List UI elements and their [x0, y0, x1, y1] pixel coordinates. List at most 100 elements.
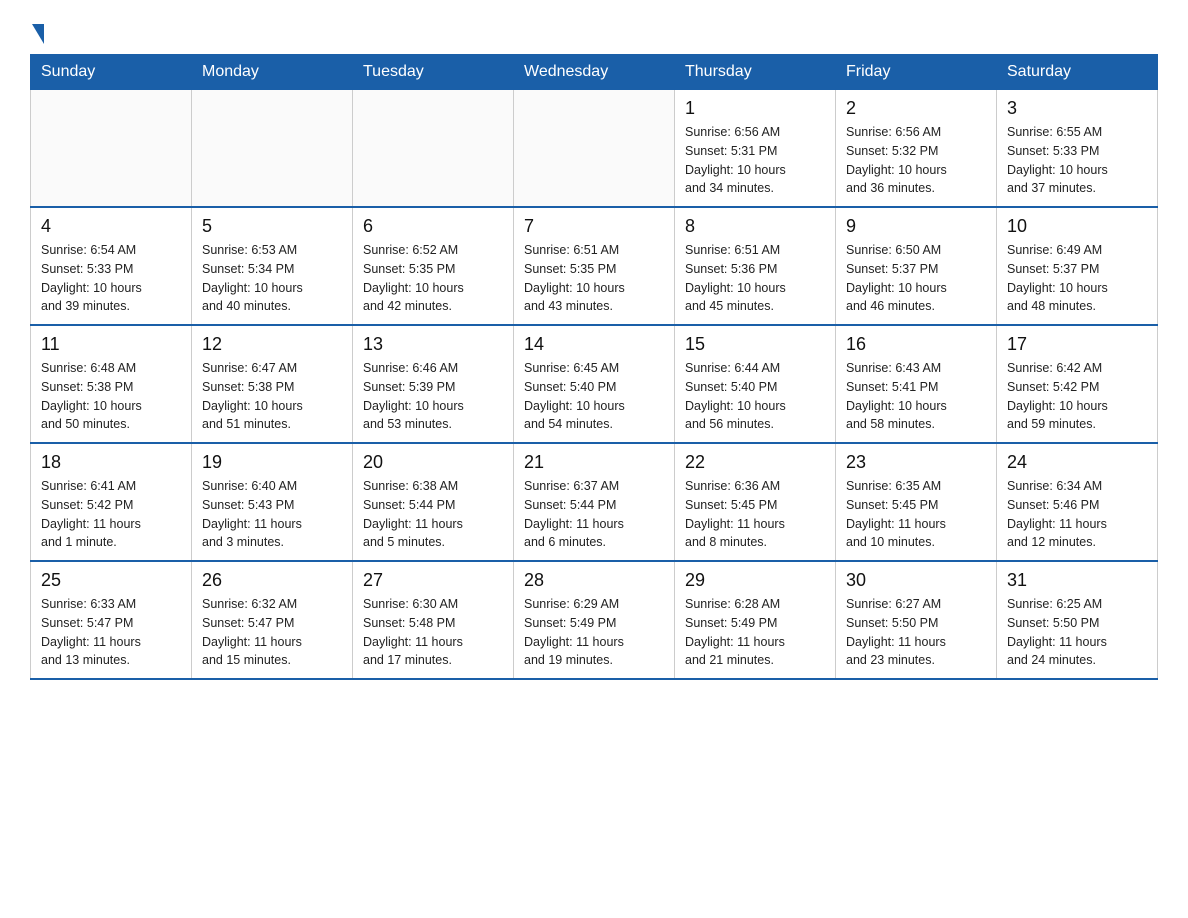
day-info: Sunrise: 6:51 AM Sunset: 5:36 PM Dayligh…: [685, 241, 825, 316]
weekday-header-tuesday: Tuesday: [353, 55, 514, 90]
calendar-week-row: 1Sunrise: 6:56 AM Sunset: 5:31 PM Daylig…: [31, 90, 1158, 208]
calendar-cell: 4 Sunrise: 6:54 AM Sunset: 5:33 PM Daylig…: [31, 207, 192, 325]
calendar-cell: 25 Sunrise: 6:33 AM Sunset: 5:47 PM Dayli…: [31, 561, 192, 679]
calendar-cell: 22Sunrise: 6:36 AM Sunset: 5:45 PM Dayli…: [675, 443, 836, 561]
calendar-cell: 8 Sunrise: 6:51 AM Sunset: 5:36 PM Daylig…: [675, 207, 836, 325]
day-info: Sunrise: 6:28 AM Sunset: 5:49 PM Dayligh…: [685, 595, 825, 670]
day-info: Sunrise: 6:34 AM Sunset: 5:46 PM Dayligh…: [1007, 477, 1147, 552]
logo-triangle-icon: [32, 24, 44, 44]
calendar-cell: 6Sunrise: 6:52 AM Sunset: 5:35 PM Daylig…: [353, 207, 514, 325]
day-info: Sunrise: 6:35 AM Sunset: 5:45 PM Dayligh…: [846, 477, 986, 552]
weekday-header-sunday: Sunday: [31, 55, 192, 90]
calendar-cell: 30 Sunrise: 6:27 AM Sunset: 5:50 PM Dayli…: [836, 561, 997, 679]
calendar-cell: 31 Sunrise: 6:25 AM Sunset: 5:50 PM Dayli…: [997, 561, 1158, 679]
calendar-cell: 14 Sunrise: 6:45 AM Sunset: 5:40 PM Dayli…: [514, 325, 675, 443]
day-number: 8: [685, 216, 825, 237]
day-info: Sunrise: 6:49 AM Sunset: 5:37 PM Dayligh…: [1007, 241, 1147, 316]
day-number: 31: [1007, 570, 1147, 591]
day-info: Sunrise: 6:48 AM Sunset: 5:38 PM Dayligh…: [41, 359, 181, 434]
calendar-cell: 20 Sunrise: 6:38 AM Sunset: 5:44 PM Dayli…: [353, 443, 514, 561]
calendar-cell: 1Sunrise: 6:56 AM Sunset: 5:31 PM Daylig…: [675, 90, 836, 208]
calendar-cell: [192, 90, 353, 208]
calendar-cell: 28Sunrise: 6:29 AM Sunset: 5:49 PM Dayli…: [514, 561, 675, 679]
day-number: 15: [685, 334, 825, 355]
day-info: Sunrise: 6:50 AM Sunset: 5:37 PM Dayligh…: [846, 241, 986, 316]
day-info: Sunrise: 6:47 AM Sunset: 5:38 PM Dayligh…: [202, 359, 342, 434]
calendar-cell: [31, 90, 192, 208]
day-info: Sunrise: 6:25 AM Sunset: 5:50 PM Dayligh…: [1007, 595, 1147, 670]
day-info: Sunrise: 6:42 AM Sunset: 5:42 PM Dayligh…: [1007, 359, 1147, 434]
day-number: 3: [1007, 98, 1147, 119]
day-info: Sunrise: 6:41 AM Sunset: 5:42 PM Dayligh…: [41, 477, 181, 552]
weekday-header-wednesday: Wednesday: [514, 55, 675, 90]
day-number: 7: [524, 216, 664, 237]
calendar-cell: 5Sunrise: 6:53 AM Sunset: 5:34 PM Daylig…: [192, 207, 353, 325]
day-number: 11: [41, 334, 181, 355]
day-number: 23: [846, 452, 986, 473]
calendar-cell: 12 Sunrise: 6:47 AM Sunset: 5:38 PM Dayli…: [192, 325, 353, 443]
day-info: Sunrise: 6:27 AM Sunset: 5:50 PM Dayligh…: [846, 595, 986, 670]
logo: [30, 20, 44, 44]
day-number: 29: [685, 570, 825, 591]
day-number: 26: [202, 570, 342, 591]
day-number: 13: [363, 334, 503, 355]
calendar-cell: 24 Sunrise: 6:34 AM Sunset: 5:46 PM Dayli…: [997, 443, 1158, 561]
day-info: Sunrise: 6:30 AM Sunset: 5:48 PM Dayligh…: [363, 595, 503, 670]
calendar-cell: 17 Sunrise: 6:42 AM Sunset: 5:42 PM Dayli…: [997, 325, 1158, 443]
day-number: 4: [41, 216, 181, 237]
day-number: 18: [41, 452, 181, 473]
calendar-cell: 15 Sunrise: 6:44 AM Sunset: 5:40 PM Dayli…: [675, 325, 836, 443]
calendar-cell: 19Sunrise: 6:40 AM Sunset: 5:43 PM Dayli…: [192, 443, 353, 561]
day-info: Sunrise: 6:43 AM Sunset: 5:41 PM Dayligh…: [846, 359, 986, 434]
day-number: 30: [846, 570, 986, 591]
calendar-cell: 27 Sunrise: 6:30 AM Sunset: 5:48 PM Dayli…: [353, 561, 514, 679]
calendar-cell: 29 Sunrise: 6:28 AM Sunset: 5:49 PM Dayli…: [675, 561, 836, 679]
day-info: Sunrise: 6:38 AM Sunset: 5:44 PM Dayligh…: [363, 477, 503, 552]
calendar-cell: 7 Sunrise: 6:51 AM Sunset: 5:35 PM Daylig…: [514, 207, 675, 325]
calendar-week-row: 25 Sunrise: 6:33 AM Sunset: 5:47 PM Dayli…: [31, 561, 1158, 679]
day-number: 24: [1007, 452, 1147, 473]
calendar-week-row: 11 Sunrise: 6:48 AM Sunset: 5:38 PM Dayli…: [31, 325, 1158, 443]
calendar-cell: 2 Sunrise: 6:56 AM Sunset: 5:32 PM Daylig…: [836, 90, 997, 208]
day-info: Sunrise: 6:56 AM Sunset: 5:32 PM Dayligh…: [846, 123, 986, 198]
day-info: Sunrise: 6:45 AM Sunset: 5:40 PM Dayligh…: [524, 359, 664, 434]
day-info: Sunrise: 6:51 AM Sunset: 5:35 PM Dayligh…: [524, 241, 664, 316]
day-info: Sunrise: 6:29 AM Sunset: 5:49 PM Dayligh…: [524, 595, 664, 670]
calendar-cell: 21Sunrise: 6:37 AM Sunset: 5:44 PM Dayli…: [514, 443, 675, 561]
day-number: 9: [846, 216, 986, 237]
calendar-cell: 9 Sunrise: 6:50 AM Sunset: 5:37 PM Daylig…: [836, 207, 997, 325]
day-number: 17: [1007, 334, 1147, 355]
day-info: Sunrise: 6:53 AM Sunset: 5:34 PM Dayligh…: [202, 241, 342, 316]
day-info: Sunrise: 6:33 AM Sunset: 5:47 PM Dayligh…: [41, 595, 181, 670]
day-number: 16: [846, 334, 986, 355]
calendar-cell: 10 Sunrise: 6:49 AM Sunset: 5:37 PM Dayli…: [997, 207, 1158, 325]
day-number: 20: [363, 452, 503, 473]
weekday-header-thursday: Thursday: [675, 55, 836, 90]
weekday-header-saturday: Saturday: [997, 55, 1158, 90]
day-info: Sunrise: 6:54 AM Sunset: 5:33 PM Dayligh…: [41, 241, 181, 316]
day-info: Sunrise: 6:44 AM Sunset: 5:40 PM Dayligh…: [685, 359, 825, 434]
day-info: Sunrise: 6:52 AM Sunset: 5:35 PM Dayligh…: [363, 241, 503, 316]
day-number: 19: [202, 452, 342, 473]
day-info: Sunrise: 6:55 AM Sunset: 5:33 PM Dayligh…: [1007, 123, 1147, 198]
day-number: 2: [846, 98, 986, 119]
calendar-cell: 18 Sunrise: 6:41 AM Sunset: 5:42 PM Dayli…: [31, 443, 192, 561]
calendar-cell: [353, 90, 514, 208]
calendar-cell: 11 Sunrise: 6:48 AM Sunset: 5:38 PM Dayli…: [31, 325, 192, 443]
weekday-header-monday: Monday: [192, 55, 353, 90]
day-number: 25: [41, 570, 181, 591]
calendar-table: SundayMondayTuesdayWednesdayThursdayFrid…: [30, 54, 1158, 680]
day-number: 1: [685, 98, 825, 119]
calendar-week-row: 18 Sunrise: 6:41 AM Sunset: 5:42 PM Dayli…: [31, 443, 1158, 561]
calendar-cell: 16 Sunrise: 6:43 AM Sunset: 5:41 PM Dayli…: [836, 325, 997, 443]
calendar-week-row: 4 Sunrise: 6:54 AM Sunset: 5:33 PM Daylig…: [31, 207, 1158, 325]
page-header: [30, 20, 1158, 44]
day-info: Sunrise: 6:32 AM Sunset: 5:47 PM Dayligh…: [202, 595, 342, 670]
day-info: Sunrise: 6:46 AM Sunset: 5:39 PM Dayligh…: [363, 359, 503, 434]
day-number: 12: [202, 334, 342, 355]
day-number: 10: [1007, 216, 1147, 237]
calendar-cell: 23 Sunrise: 6:35 AM Sunset: 5:45 PM Dayli…: [836, 443, 997, 561]
calendar-cell: 3 Sunrise: 6:55 AM Sunset: 5:33 PM Daylig…: [997, 90, 1158, 208]
day-number: 27: [363, 570, 503, 591]
day-number: 14: [524, 334, 664, 355]
